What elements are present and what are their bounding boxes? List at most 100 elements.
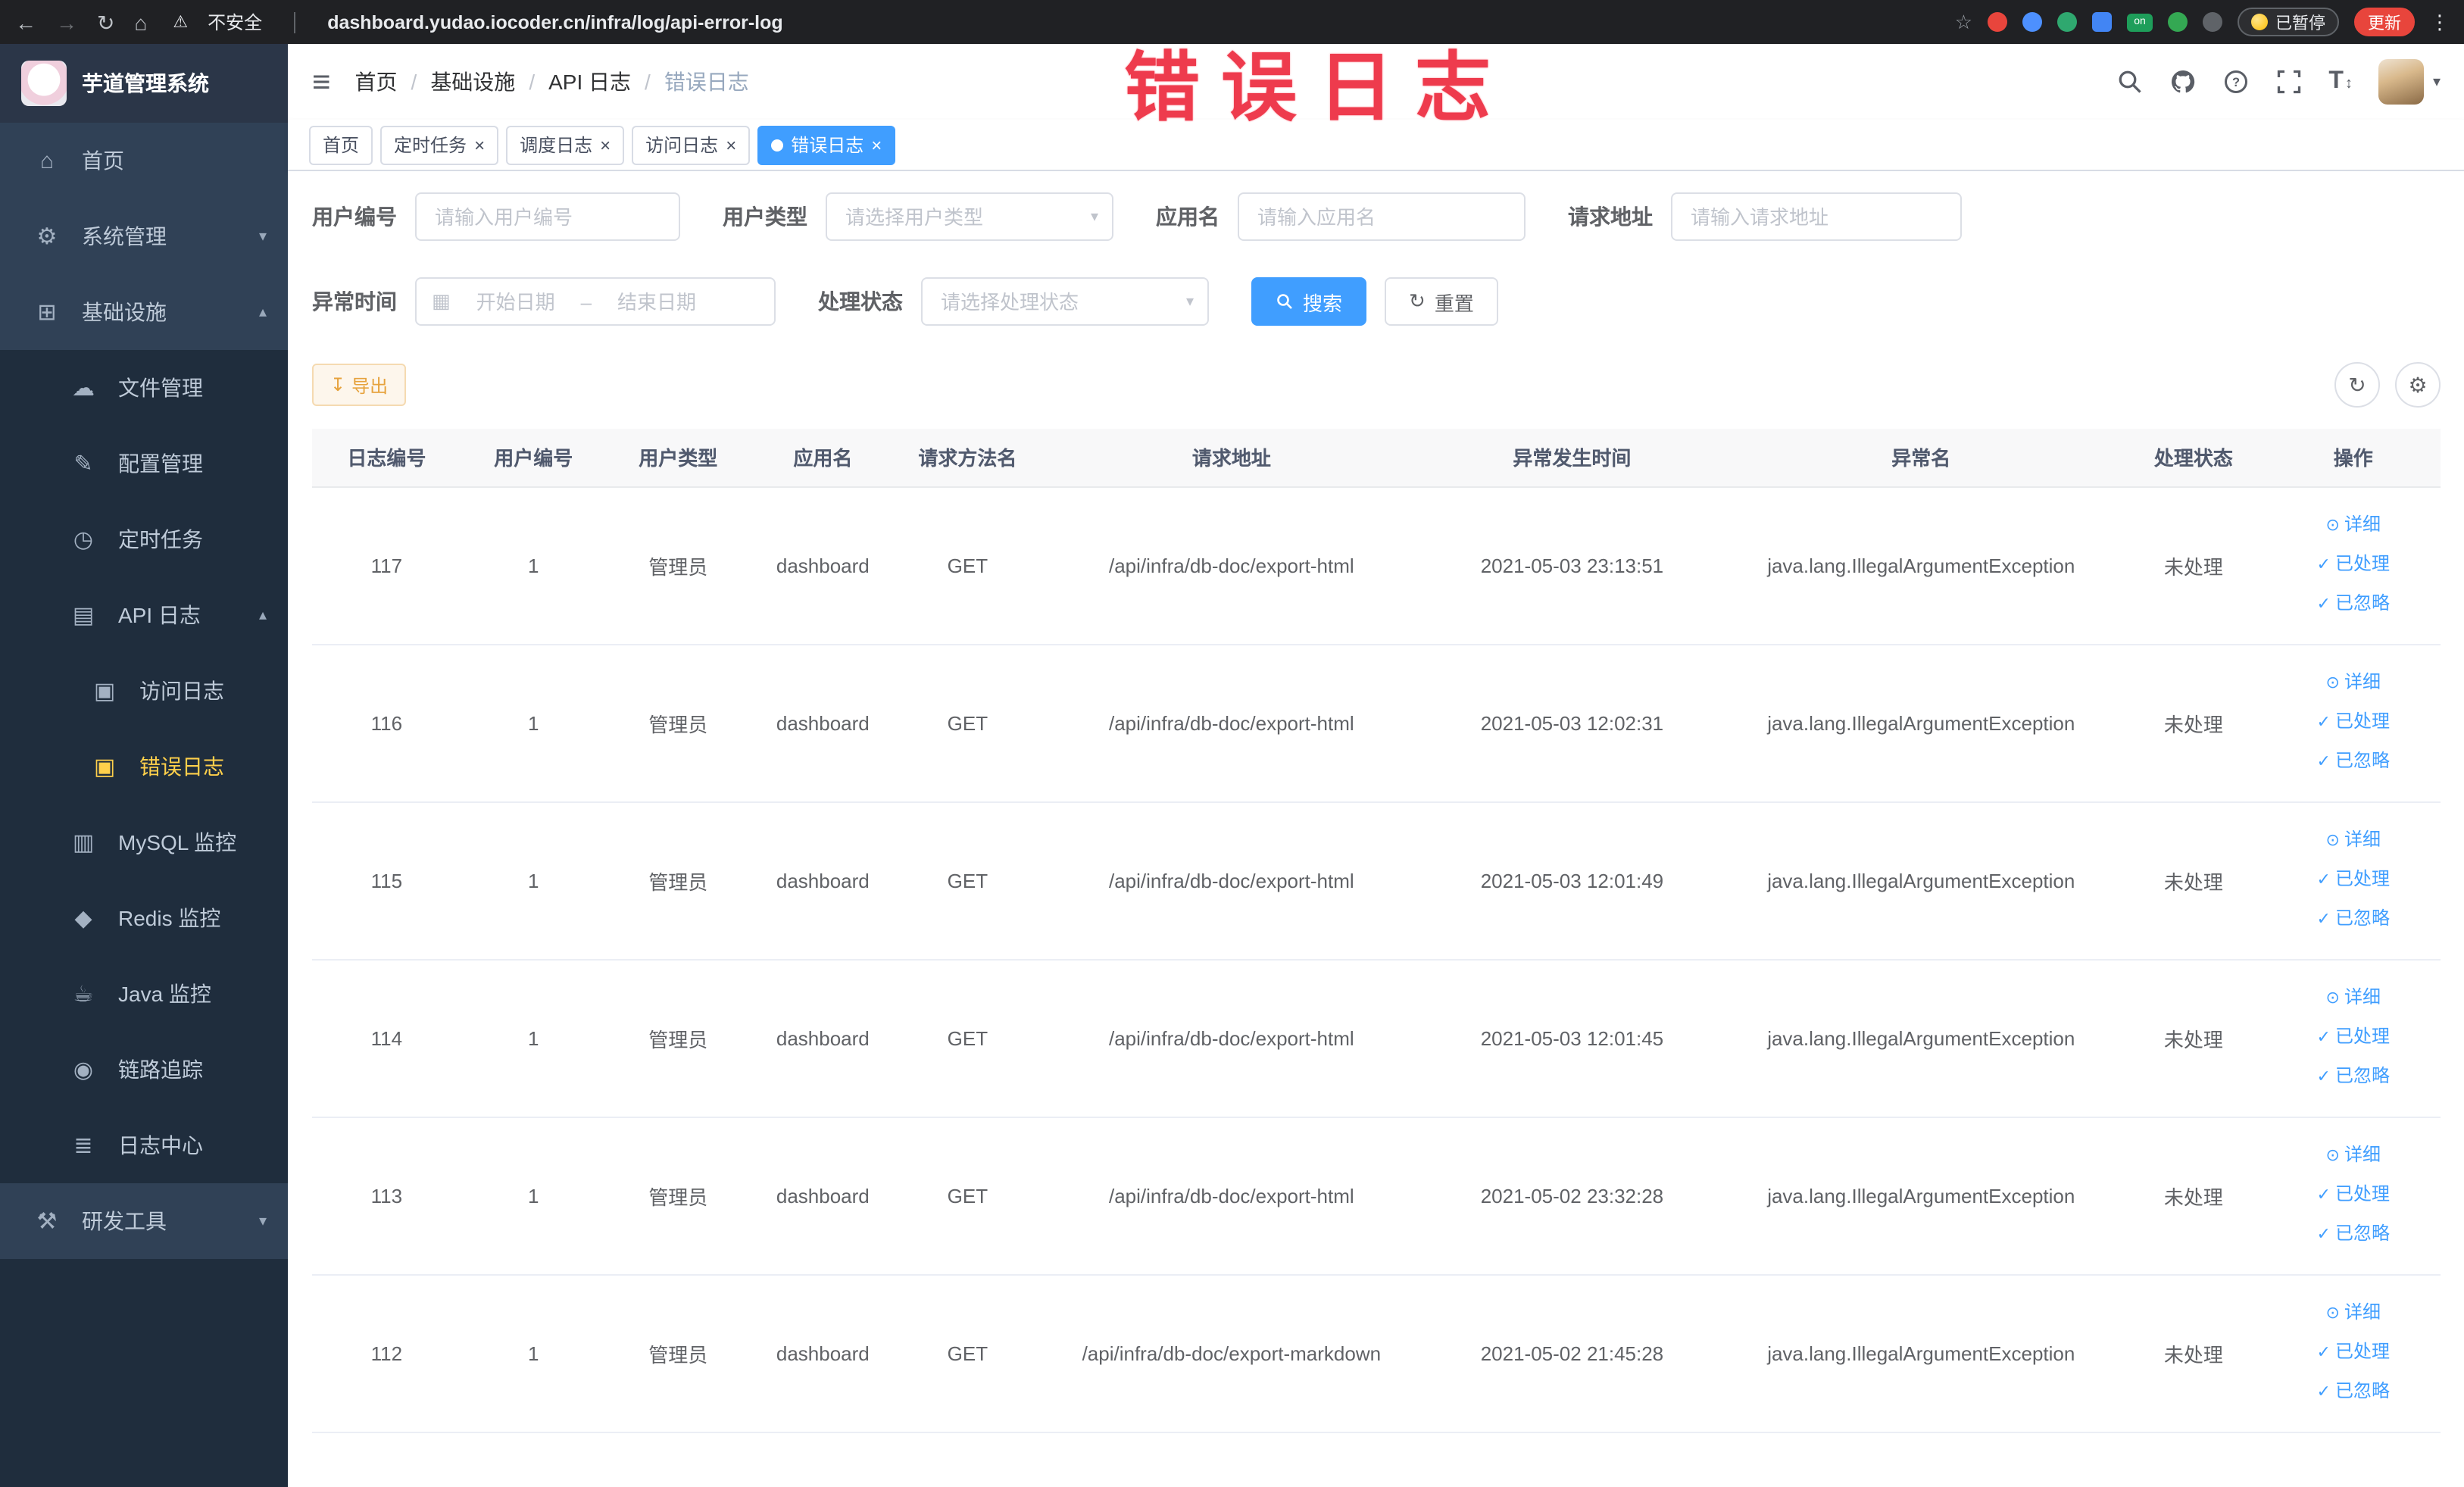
- sidebar-item-label: 链路追踪: [118, 1057, 203, 1082]
- extension-icon-paw[interactable]: [2203, 12, 2222, 32]
- cell-user-id: 1: [461, 1274, 606, 1432]
- close-icon[interactable]: ×: [600, 136, 611, 154]
- detail-link[interactable]: ⊙ 详细: [2272, 506, 2434, 545]
- request-url-input[interactable]: [1671, 192, 1962, 241]
- home-icon: ⌂: [39, 148, 55, 173]
- browser-menu-icon[interactable]: ⋮: [2430, 10, 2450, 34]
- sidebar-item-config-management[interactable]: ✎ 配置管理: [0, 426, 288, 501]
- extension-icon-blue-drop[interactable]: [2022, 12, 2042, 32]
- eye-icon: ◉: [73, 1057, 94, 1083]
- end-date-input[interactable]: [601, 289, 714, 314]
- font-size-icon[interactable]: T ↕: [2328, 68, 2353, 95]
- search-icon: [1276, 292, 1294, 311]
- ignored-link[interactable]: ✓ 已忽略: [2272, 1057, 2434, 1097]
- sidebar-item-java-monitor[interactable]: ☕ Java 监控: [0, 956, 288, 1032]
- processed-link[interactable]: ✓ 已处理: [2272, 861, 2434, 900]
- detail-link[interactable]: ⊙ 详细: [2272, 821, 2434, 861]
- detail-link[interactable]: ⊙ 详细: [2272, 664, 2434, 703]
- export-button[interactable]: ↧ 导出: [312, 364, 407, 406]
- cell-log-id: 112: [312, 1274, 461, 1432]
- ignored-link[interactable]: ✓ 已忽略: [2272, 742, 2434, 782]
- sidebar-logo[interactable]: 芋道管理系统: [0, 44, 288, 123]
- user-menu[interactable]: ▾: [2378, 59, 2441, 105]
- security-label[interactable]: 不安全: [208, 9, 262, 35]
- update-button[interactable]: 更新: [2354, 8, 2415, 36]
- tab-access-log[interactable]: 访问日志 ×: [632, 125, 751, 164]
- sidebar-item-file-management[interactable]: ☁ 文件管理: [0, 350, 288, 426]
- sidebar-item-error-log[interactable]: ▣ 错误日志: [0, 729, 288, 804]
- help-icon[interactable]: ?: [2222, 68, 2250, 95]
- reload-icon[interactable]: ↻: [97, 11, 114, 33]
- fullscreen-icon[interactable]: [2275, 68, 2303, 95]
- tab-scheduled-tasks[interactable]: 定时任务 ×: [380, 125, 499, 164]
- extension-icon-red[interactable]: [1988, 12, 2007, 32]
- process-status-select[interactable]: ▾: [921, 277, 1209, 326]
- detail-link[interactable]: ⊙ 详细: [2272, 1294, 2434, 1333]
- exception-time-range-picker[interactable]: ▦ –: [415, 277, 776, 326]
- close-icon[interactable]: ×: [474, 136, 485, 154]
- github-icon[interactable]: [2169, 68, 2197, 95]
- extension-icon-blue-grid[interactable]: [2092, 12, 2112, 32]
- extension-icon-proxy-on[interactable]: on: [2127, 13, 2153, 31]
- gear-icon: ⚙: [2408, 372, 2428, 396]
- ignored-link[interactable]: ✓ 已忽略: [2272, 900, 2434, 939]
- extension-icon-green-circle[interactable]: [2057, 12, 2077, 32]
- home-icon[interactable]: ⌂: [134, 11, 147, 33]
- processed-link[interactable]: ✓ 已处理: [2272, 545, 2434, 585]
- sidebar-item-access-log[interactable]: ▣ 访问日志: [0, 653, 288, 729]
- refresh-button[interactable]: ↻: [2334, 362, 2380, 408]
- back-icon[interactable]: ←: [15, 11, 36, 33]
- process-status-select-input[interactable]: [921, 277, 1209, 326]
- user-id-input[interactable]: [415, 192, 680, 241]
- sidebar-item-log-center[interactable]: ≣ 日志中心: [0, 1107, 288, 1183]
- tab-error-log[interactable]: 错误日志 ×: [757, 125, 896, 164]
- sidebar-item-dev-tools[interactable]: ⚒ 研发工具 ▾: [0, 1183, 288, 1259]
- close-icon[interactable]: ×: [726, 136, 736, 154]
- user-type-select[interactable]: ▾: [826, 192, 1113, 241]
- sidebar-item-api-logs[interactable]: ▤ API 日志 ▴: [0, 577, 288, 653]
- processed-link[interactable]: ✓ 已处理: [2272, 1333, 2434, 1373]
- processed-link[interactable]: ✓ 已处理: [2272, 703, 2434, 742]
- breadcrumb-home[interactable]: 首页: [355, 67, 398, 97]
- reset-button[interactable]: ↻ 重置: [1385, 277, 1498, 326]
- sidebar-item-redis-monitor[interactable]: ◆ Redis 监控: [0, 880, 288, 956]
- column-settings-button[interactable]: ⚙: [2395, 362, 2441, 408]
- processed-link[interactable]: ✓ 已处理: [2272, 1176, 2434, 1215]
- detail-link[interactable]: ⊙ 详细: [2272, 1136, 2434, 1176]
- sidebar-item-scheduled-tasks[interactable]: ◷ 定时任务: [0, 501, 288, 577]
- search-button[interactable]: 搜索: [1251, 277, 1367, 326]
- ignored-link[interactable]: ✓ 已忽略: [2272, 1215, 2434, 1254]
- check-icon: ✓: [2316, 556, 2331, 574]
- extension-icon-leaf[interactable]: [2168, 12, 2188, 32]
- ignored-link[interactable]: ✓ 已忽略: [2272, 585, 2434, 624]
- forward-icon[interactable]: →: [56, 11, 77, 33]
- cell-user-type: 管理员: [605, 486, 751, 645]
- app-name-input[interactable]: [1238, 192, 1526, 241]
- table-row: 116 1 管理员 dashboard GET /api/infra/db-do…: [312, 644, 2441, 802]
- user-type-select-input[interactable]: [826, 192, 1113, 241]
- breadcrumb-api-logs: API 日志: [548, 70, 632, 94]
- column-header-app-name: 应用名: [750, 429, 895, 487]
- detail-link[interactable]: ⊙ 详细: [2272, 979, 2434, 1018]
- close-icon[interactable]: ×: [871, 136, 882, 154]
- sidebar-item-mysql-monitor[interactable]: ▥ MySQL 监控: [0, 804, 288, 880]
- start-date-input[interactable]: [459, 289, 572, 314]
- sidebar-item-home[interactable]: ⌂ 首页: [0, 123, 288, 198]
- sidebar-item-link-tracing[interactable]: ◉ 链路追踪: [0, 1032, 288, 1107]
- processed-link[interactable]: ✓ 已处理: [2272, 1018, 2434, 1057]
- bookmark-star-icon[interactable]: ☆: [1955, 10, 1972, 34]
- address-url[interactable]: dashboard.yudao.iocoder.cn/infra/log/api…: [327, 11, 782, 33]
- table-row: 114 1 管理员 dashboard GET /api/infra/db-do…: [312, 959, 2441, 1117]
- sidebar-filler: [0, 1259, 288, 1487]
- sidebar-item-infrastructure[interactable]: ⊞ 基础设施 ▴: [0, 274, 288, 350]
- search-icon[interactable]: [2116, 68, 2144, 95]
- hamburger-icon[interactable]: ≡: [312, 66, 331, 98]
- sidebar-item-system-management[interactable]: ⚙ 系统管理 ▾: [0, 198, 288, 274]
- tab-home[interactable]: 首页: [309, 125, 373, 164]
- document-icon: ▤: [72, 603, 95, 629]
- range-separator: –: [580, 290, 592, 313]
- tab-schedule-log[interactable]: 调度日志 ×: [506, 125, 625, 164]
- ignored-link[interactable]: ✓ 已忽略: [2272, 1373, 2434, 1412]
- paused-badge[interactable]: 已暂停: [2238, 8, 2339, 36]
- sidebar-item-label: 首页: [82, 148, 124, 173]
